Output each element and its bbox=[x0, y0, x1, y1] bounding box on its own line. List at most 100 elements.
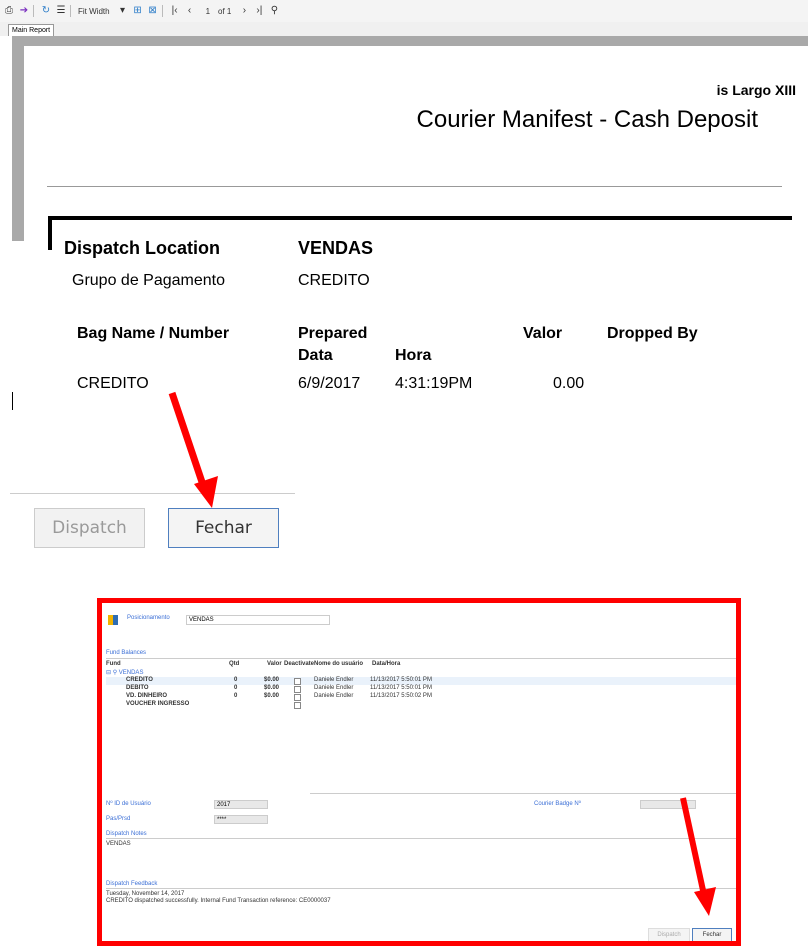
next-page-icon[interactable]: › bbox=[238, 5, 250, 17]
inset-fund-row[interactable]: VOUCHER INGRESSO bbox=[106, 701, 736, 709]
column-data: Data bbox=[298, 347, 333, 364]
inset-fund-row[interactable]: VD. DINHEIRO 0 $0.00 Daniele Endler 11/1… bbox=[106, 693, 736, 701]
inset-row-name: VOUCHER INGRESSO bbox=[126, 701, 190, 707]
app-logo-icon bbox=[108, 615, 118, 625]
row-time: 4:31:19PM bbox=[395, 375, 473, 392]
arrowhead-icon bbox=[194, 476, 218, 508]
inset-col-user: Nome do usuário bbox=[314, 661, 364, 667]
inset-row-user: Daniele Endler bbox=[314, 693, 354, 699]
report-title: Courier Manifest - Cash Deposit bbox=[416, 106, 758, 133]
inset-badge-label: Courier Badge Nº bbox=[534, 801, 581, 807]
inset-notes-label: Dispatch Notes bbox=[106, 831, 147, 837]
search-icon[interactable]: ⚲ bbox=[268, 5, 280, 17]
inset-row-user: Daniele Endler bbox=[314, 685, 354, 691]
inset-row-date: 11/13/2017 5:50:01 PM bbox=[370, 685, 432, 691]
payment-group-label: Grupo de Pagamento bbox=[72, 272, 225, 289]
inset-divider bbox=[106, 838, 736, 839]
tree-icon[interactable]: ⊠ bbox=[147, 5, 159, 17]
inset-deactivate-checkbox[interactable] bbox=[294, 678, 301, 685]
inset-row-valor: $0.00 bbox=[264, 677, 280, 683]
inset-row-name: DEBITO bbox=[126, 685, 149, 691]
dispatch-location-value: VENDAS bbox=[298, 238, 374, 258]
page-setup-icon[interactable]: ☰ bbox=[55, 5, 67, 17]
report-page: is Largo XIII Courier Manifest - Cash De… bbox=[24, 46, 808, 250]
inset-deactivate-checkbox[interactable] bbox=[294, 694, 301, 701]
inset-divider bbox=[106, 888, 736, 889]
inset-screenshot: Posicionamento VENDAS Fund Balances Fund… bbox=[97, 598, 741, 946]
prev-page-icon[interactable]: ‹ bbox=[184, 5, 196, 17]
inset-deactivate-checkbox[interactable] bbox=[294, 686, 301, 693]
toolbar-separator bbox=[33, 5, 34, 17]
print-icon[interactable]: ⎙ bbox=[3, 5, 15, 17]
row-valor: 0.00 bbox=[553, 375, 585, 392]
inset-divider bbox=[310, 793, 736, 794]
tab-bar: Main Report bbox=[0, 22, 808, 36]
toolbar-separator bbox=[70, 5, 71, 17]
dispatch-location-label: Dispatch Location bbox=[64, 238, 221, 258]
inset-row-qtd: 0 bbox=[234, 693, 238, 699]
inset-feedback-line: Tuesday, November 14, 2017 bbox=[106, 891, 185, 897]
inset-notes-value[interactable]: VENDAS bbox=[106, 841, 131, 847]
inset-fund-balances-title: Fund Balances bbox=[106, 650, 147, 656]
inset-row-user: Daniele Endler bbox=[314, 677, 354, 683]
company-name: is Largo XIII bbox=[716, 82, 796, 98]
inset-col-valor: Valor bbox=[267, 661, 282, 667]
inset-dispatch-button[interactable]: Dispatch bbox=[648, 928, 690, 941]
page-number-input[interactable]: 1 bbox=[206, 7, 210, 16]
inset-row-date: 11/13/2017 5:50:02 PM bbox=[370, 693, 432, 699]
inset-feedback-label: Dispatch Feedback bbox=[106, 881, 158, 887]
page-count: of 1 bbox=[218, 6, 232, 16]
arrow-line bbox=[168, 391, 208, 490]
column-dropped-by: Dropped By bbox=[607, 325, 698, 342]
refresh-icon[interactable]: ↻ bbox=[40, 5, 52, 17]
report-divider bbox=[47, 186, 782, 187]
close-button[interactable]: Fechar bbox=[168, 508, 279, 548]
row-date: 6/9/2017 bbox=[298, 375, 361, 392]
inset-divider bbox=[106, 658, 736, 659]
inset-row-name: VD. DINHEIRO bbox=[126, 693, 168, 699]
inset-fund-row[interactable]: DEBITO 0 $0.00 Daniele Endler 11/13/2017… bbox=[106, 685, 736, 693]
inset-col-date: Data/Hora bbox=[372, 661, 401, 667]
inset-password-field[interactable]: **** bbox=[214, 815, 268, 824]
row-bag-name: CREDITO bbox=[77, 375, 149, 392]
inset-fund-row[interactable]: CREDITO 0 $0.00 Daniele Endler 11/13/201… bbox=[106, 677, 736, 685]
inset-tree-root-label: VENDAS bbox=[118, 670, 144, 676]
column-bag-name: Bag Name / Number bbox=[77, 325, 230, 342]
export-icon[interactable]: ➔ bbox=[18, 5, 30, 17]
inset-col-fund: Fund bbox=[106, 661, 121, 667]
inset-row-qtd: 0 bbox=[234, 677, 238, 683]
inset-row-valor: $0.00 bbox=[264, 685, 280, 691]
inset-user-id-field[interactable]: 2017 bbox=[214, 800, 268, 809]
column-hora: Hora bbox=[395, 347, 432, 364]
text-cursor bbox=[12, 392, 13, 410]
dispatch-button[interactable]: Dispatch bbox=[34, 508, 145, 548]
inset-deactivate-checkbox[interactable] bbox=[294, 702, 301, 709]
inset-col-qtd: Qtd bbox=[229, 661, 240, 667]
inset-row-date: 11/13/2017 5:50:01 PM bbox=[370, 677, 432, 683]
section-divider bbox=[10, 493, 295, 494]
last-page-icon[interactable]: ›| bbox=[253, 5, 265, 17]
inset-row-name: CREDITO bbox=[126, 677, 153, 683]
report-toolbar: ⎙ ➔ ↻ ☰ Fit Width ▾ ⊞ ⊠ |‹ ‹ 1 of 1 › ›|… bbox=[0, 0, 808, 22]
tab-main-report[interactable]: Main Report bbox=[8, 24, 55, 36]
inset-password-label: Pas/Prsd bbox=[106, 816, 131, 822]
inset-position-field[interactable]: VENDAS bbox=[186, 615, 330, 625]
first-page-icon[interactable]: |‹ bbox=[169, 5, 181, 17]
dropdown-icon[interactable]: ▾ bbox=[117, 5, 129, 17]
arrow-annotation-1 bbox=[168, 391, 218, 508]
toolbar-separator bbox=[161, 5, 163, 17]
inset-row-qtd: 0 bbox=[234, 685, 238, 691]
zoom-select[interactable]: Fit Width bbox=[78, 7, 110, 16]
inset-close-button[interactable]: Fechar bbox=[692, 928, 732, 941]
find-icon[interactable]: ⊞ bbox=[132, 5, 144, 17]
column-valor: Valor bbox=[523, 325, 563, 342]
payment-group-value: CREDITO bbox=[298, 272, 370, 289]
inset-row-valor: $0.00 bbox=[264, 693, 280, 699]
inset-user-id-label: Nº ID de Usuário bbox=[106, 801, 151, 807]
inset-position-label: Posicionamento bbox=[127, 615, 170, 621]
inset-tree-root[interactable]: ⊟ ⚲ VENDAS bbox=[106, 669, 143, 676]
inset-feedback-line: CREDITO dispatched successfully. Interna… bbox=[106, 898, 331, 904]
column-prepared: Prepared bbox=[298, 325, 368, 342]
inset-badge-field[interactable] bbox=[640, 800, 696, 809]
inset-col-deactivate: Deactivate bbox=[284, 661, 315, 667]
